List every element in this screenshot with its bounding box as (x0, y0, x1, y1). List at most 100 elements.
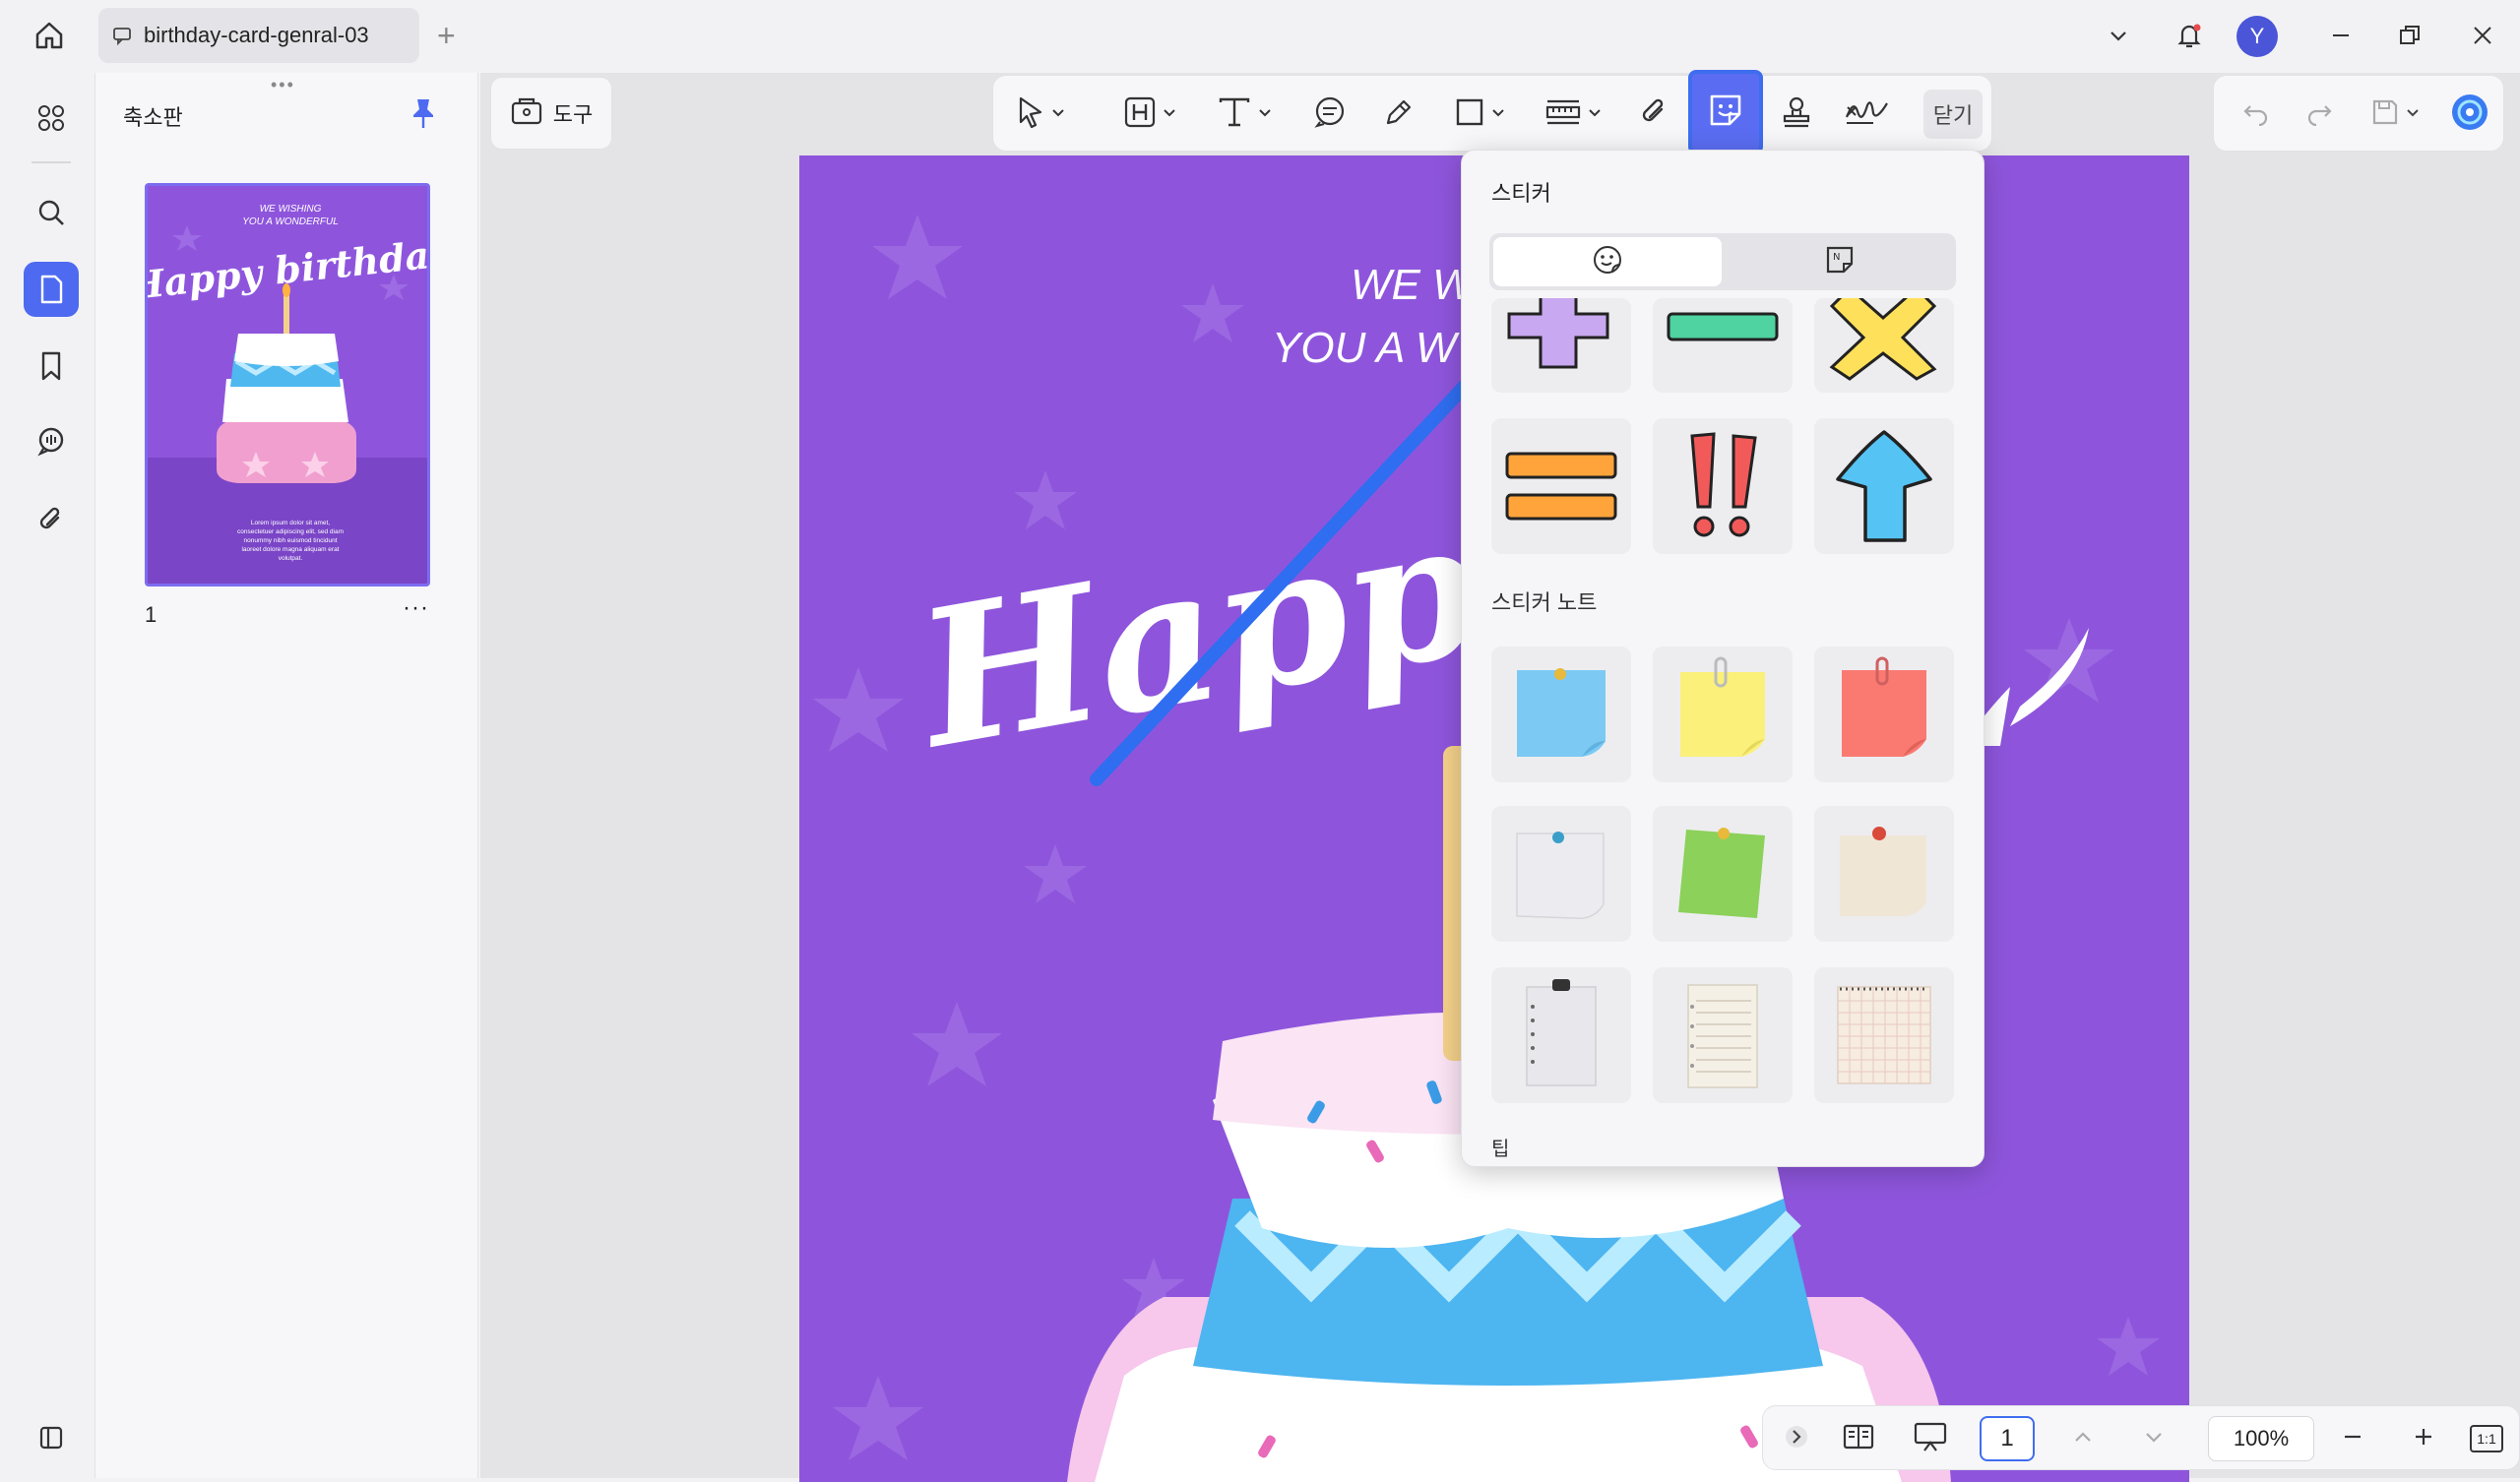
measure-tool[interactable] (1537, 88, 1609, 141)
comment-bubble-icon (1312, 95, 1348, 134)
green-pin-note[interactable] (1653, 806, 1793, 942)
zoom-in-button[interactable] (2399, 1416, 2448, 1461)
plus-icon (2412, 1425, 2435, 1453)
text-icon (1217, 95, 1252, 134)
comments-icon[interactable] (24, 413, 79, 468)
attach-tool[interactable] (1631, 88, 1676, 141)
reading-mode-button[interactable] (1832, 1416, 1885, 1461)
rail-divider (32, 161, 71, 163)
shape-tool[interactable] (1446, 88, 1513, 141)
up-arrow-sticker[interactable] (1814, 418, 1954, 554)
search-icon[interactable] (24, 185, 79, 240)
actual-size-button[interactable]: 1:1 (2462, 1416, 2511, 1461)
minimize-icon[interactable] (2321, 16, 2361, 55)
pencil-tool[interactable] (1375, 88, 1422, 141)
next-page-button[interactable] (2129, 1416, 2178, 1461)
sticker-icon (1706, 91, 1745, 135)
chevron-up-icon (2071, 1425, 2095, 1453)
book-icon (1842, 1422, 1875, 1456)
svg-text:nonummy nibh euismod tincidunt: nonummy nibh euismod tincidunt (243, 537, 337, 544)
signature-tool[interactable] (1838, 88, 1895, 141)
white-pin-note[interactable] (1491, 806, 1631, 942)
chevron-down-icon (2406, 105, 2420, 123)
select-tool[interactable] (1009, 88, 1072, 141)
minus-sticker[interactable] (1653, 298, 1793, 393)
page-number-input[interactable]: 1 (1980, 1416, 2035, 1461)
pin-icon[interactable] (409, 96, 438, 135)
sticker-tool[interactable] (1688, 70, 1763, 154)
svg-text:laoreet dolore magna aliquam e: laoreet dolore magna aliquam erat (241, 546, 339, 553)
toolbox-icon (510, 94, 543, 132)
drag-handle[interactable]: ••• (271, 75, 295, 95)
multiply-sticker[interactable] (1814, 298, 1954, 393)
chevron-down-icon (1491, 105, 1505, 123)
plus-sticker[interactable] (1491, 298, 1631, 393)
tab-stickers[interactable] (1493, 237, 1722, 286)
user-avatar[interactable]: Y (2236, 16, 2278, 57)
sticker-panel-title: 스티커 (1491, 181, 1551, 206)
title-bar: birthday-card-genral-03 + Y (0, 0, 2520, 71)
zoom-out-button[interactable] (2328, 1416, 2377, 1461)
comment-tool[interactable] (1306, 88, 1354, 141)
document-tab[interactable]: birthday-card-genral-03 (98, 8, 419, 63)
pointer-icon (1016, 95, 1045, 134)
highlight-tool[interactable] (1115, 88, 1184, 141)
attachment-icon[interactable] (24, 492, 79, 547)
tools-label: 도구 (552, 102, 594, 127)
undo-icon (2241, 98, 2271, 131)
exclamation-sticker[interactable] (1653, 418, 1793, 554)
svg-text:N: N (1833, 252, 1840, 263)
blue-pin-note[interactable] (1491, 647, 1631, 782)
home-icon[interactable] (28, 16, 71, 55)
thumbnails-icon[interactable] (24, 262, 79, 317)
lined-paper-note[interactable] (1653, 967, 1793, 1103)
add-tab-button[interactable]: + (437, 18, 456, 53)
previous-page-button[interactable] (2058, 1416, 2108, 1461)
stamp-tool[interactable] (1773, 88, 1820, 141)
bookmark-icon[interactable] (24, 339, 79, 394)
left-rail (10, 73, 93, 1478)
save-button[interactable] (2360, 88, 2430, 141)
ai-assistant-icon (2449, 92, 2490, 138)
pencil-icon (1382, 95, 1416, 134)
redo-button[interactable] (2297, 88, 2342, 141)
save-icon (2370, 97, 2400, 132)
spiral-notepad-note[interactable] (1491, 967, 1631, 1103)
undo-button[interactable] (2234, 88, 2279, 141)
bottom-bar: 1 100% 1:1 (1762, 1405, 2520, 1470)
yellow-clip-note[interactable] (1653, 647, 1793, 782)
chevron-down-icon[interactable] (2099, 16, 2138, 55)
text-tool[interactable] (1210, 88, 1279, 141)
actual-size-label: 1:1 (2470, 1425, 2503, 1452)
ai-assistant-button[interactable] (2446, 88, 2493, 141)
close-toolbar-button[interactable]: 닫기 (1923, 90, 1983, 139)
zoom-level[interactable]: 100% (2208, 1416, 2314, 1461)
chevron-down-icon (1588, 105, 1602, 123)
present-button[interactable] (1901, 1416, 1960, 1461)
tab-sticky-notes[interactable]: N (1726, 237, 1954, 286)
paperclip-icon (1638, 95, 1670, 134)
thumb-line2: YOU A WONDERFUL (242, 216, 339, 227)
signature-icon (1844, 95, 1889, 134)
svg-text:volutpat.: volutpat. (279, 555, 303, 562)
page-thumbnail[interactable]: WE WISHING YOU A WONDERFUL Happy birthda… (145, 183, 430, 587)
layers-icon[interactable] (24, 1409, 79, 1464)
restore-icon[interactable] (2390, 16, 2429, 55)
thumbnail-page-number: 1 (145, 602, 158, 627)
page-line2: YOU A W (1272, 324, 1460, 372)
thumbnail-more-button[interactable]: ··· (403, 594, 429, 622)
redo-icon (2304, 98, 2334, 131)
apps-grid-icon[interactable] (24, 91, 79, 146)
notification-bell-icon[interactable] (2170, 16, 2209, 55)
close-window-icon[interactable] (2463, 16, 2502, 55)
equals-sticker[interactable] (1491, 418, 1631, 554)
expand-button[interactable] (1777, 1416, 1816, 1461)
red-clip-note[interactable] (1814, 647, 1954, 782)
grid-paper-note[interactable] (1814, 967, 1954, 1103)
stamp-icon (1780, 94, 1813, 135)
beige-pin-note[interactable] (1814, 806, 1954, 942)
chevron-down-icon (1051, 105, 1065, 123)
chevron-right-icon (1784, 1424, 1809, 1454)
tools-button[interactable]: 도구 (490, 77, 612, 150)
ruler-icon (1544, 95, 1582, 134)
